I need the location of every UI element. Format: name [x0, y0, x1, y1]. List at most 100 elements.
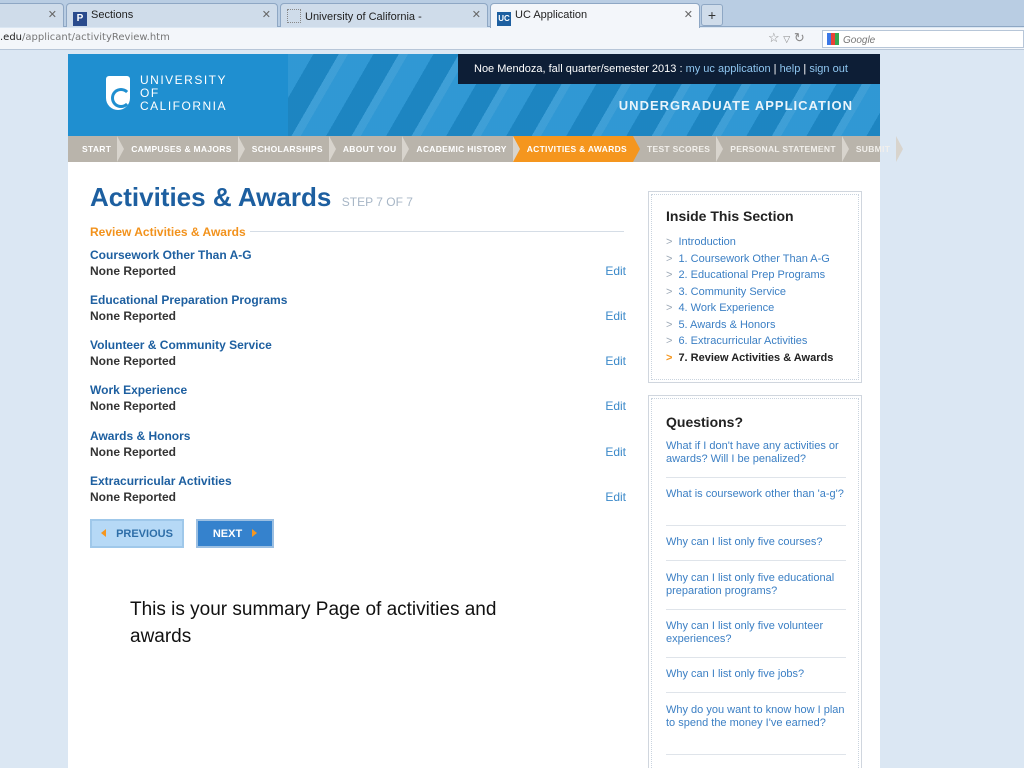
faq-link-five-volunteer[interactable]: Why can I list only five volunteer exper…: [666, 620, 846, 646]
activity-value: None Reported: [90, 354, 177, 368]
summary-annotation: This is your summary Page of activities …: [130, 599, 497, 647]
divider: [666, 754, 846, 755]
section-link-coursework[interactable]: >1. Coursework Other Than A-G: [666, 253, 833, 270]
address-bar[interactable]: .edu/applicant/activityReview.htm ☆ ▽ ↻ …: [0, 28, 1024, 50]
edit-coursework-link[interactable]: Edit: [605, 264, 626, 278]
activity-value: None Reported: [90, 264, 177, 278]
search-box[interactable]: Google: [822, 30, 1024, 48]
edit-extracurricular-link[interactable]: Edit: [605, 490, 626, 504]
page-content: UNIVERSITY OF CALIFORNIA Noe Mendoza, fa…: [68, 54, 904, 768]
divider: [666, 657, 846, 658]
step-campuses-majors[interactable]: CAMPUSES & MAJORS: [117, 136, 245, 162]
tab-title: Sections: [91, 9, 134, 21]
chevron-right-icon: >: [666, 269, 673, 281]
step-personal-statement[interactable]: PERSONAL STATEMENT: [716, 136, 849, 162]
section-link-awards-honors[interactable]: >5. Awards & Honors: [666, 319, 833, 336]
browser-tab-previous[interactable]: ✕: [0, 3, 64, 27]
close-tab-icon[interactable]: ✕: [684, 8, 693, 21]
tab-title: UC Application: [515, 9, 588, 21]
favicon-icon: UC: [497, 12, 511, 26]
reload-icon[interactable]: ↻: [794, 30, 805, 45]
dropdown-icon[interactable]: ▽: [783, 34, 790, 44]
page-title-block: Activities & Awards STEP 7 OF 7: [90, 182, 413, 213]
browser-tab-uc-application[interactable]: UC UC Application ✕: [490, 3, 700, 28]
chevron-right-icon: >: [666, 302, 673, 314]
section-link-extracurricular[interactable]: >6. Extracurricular Activities: [666, 335, 833, 352]
chevron-right-icon: >: [666, 351, 673, 364]
questions-title: Questions?: [666, 414, 744, 430]
activity-value: None Reported: [90, 490, 177, 504]
next-button[interactable]: NEXT: [196, 519, 274, 548]
my-uc-application-link[interactable]: my uc application: [686, 63, 771, 75]
step-academic-history[interactable]: ACADEMIC HISTORY: [402, 136, 520, 162]
application-title: UNDERGRADUATE APPLICATION: [618, 98, 853, 113]
previous-button[interactable]: PREVIOUS: [90, 519, 184, 548]
divider: [666, 692, 846, 693]
step-navigation: START CAMPUSES & MAJORS SCHOLARSHIPS ABO…: [68, 136, 904, 162]
faq-link-coursework[interactable]: What is coursework other than 'a-g'?: [666, 488, 846, 501]
activity-awards-honors: Awards & Honors None Reported Edit: [90, 429, 626, 465]
activity-title: Awards & Honors: [90, 429, 191, 443]
step-test-scores[interactable]: TEST SCORES: [633, 136, 724, 162]
activity-title: Work Experience: [90, 383, 188, 397]
user-bar: Noe Mendoza, fall quarter/semester 2013 …: [458, 54, 880, 84]
new-tab-button[interactable]: +: [701, 4, 723, 26]
activity-value: None Reported: [90, 309, 177, 323]
section-link-work-experience[interactable]: >4. Work Experience: [666, 302, 833, 319]
chevron-right-icon: >: [666, 318, 673, 331]
section-link-educational-prep[interactable]: >2. Educational Prep Programs: [666, 269, 833, 286]
close-tab-icon[interactable]: ✕: [48, 8, 57, 21]
browser-tab-bar: ✕ P Sections ✕ University of California -…: [0, 0, 1024, 28]
review-heading: Review Activities & Awards: [90, 225, 624, 239]
browser-tab-sections[interactable]: P Sections ✕: [66, 3, 278, 27]
faq-link-five-jobs[interactable]: Why can I list only five jobs?: [666, 668, 846, 681]
favicon-icon: [287, 9, 301, 23]
favicon-icon: P: [73, 12, 87, 26]
edit-volunteer-link[interactable]: Edit: [605, 354, 626, 368]
questions-panel: Questions? What if I don't have any acti…: [648, 395, 862, 768]
chevron-right-icon: >: [666, 285, 673, 298]
step-submit[interactable]: SUBMIT: [842, 136, 904, 162]
faq-link-spend-money[interactable]: Why do you want to know how I plan to sp…: [666, 704, 846, 730]
step-activities-awards[interactable]: ACTIVITIES & AWARDS: [512, 136, 641, 162]
activity-volunteer: Volunteer & Community Service None Repor…: [90, 338, 626, 374]
activity-work-experience: Work Experience None Reported Edit: [90, 383, 626, 419]
activity-educational-prep: Educational Preparation Programs None Re…: [90, 293, 626, 329]
edit-educational-prep-link[interactable]: Edit: [605, 309, 626, 323]
sign-out-link[interactable]: sign out: [809, 63, 848, 75]
edit-work-experience-link[interactable]: Edit: [605, 399, 626, 413]
section-link-review-current: >7. Review Activities & Awards: [666, 351, 834, 364]
page-title: Activities & Awards: [90, 182, 332, 212]
step-about-you[interactable]: ABOUT YOU: [329, 136, 409, 162]
faq-link-five-courses[interactable]: Why can I list only five courses?: [666, 536, 846, 549]
step-scholarships[interactable]: SCHOLARSHIPS: [238, 136, 337, 162]
site-banner: UNIVERSITY OF CALIFORNIA Noe Mendoza, fa…: [68, 54, 880, 136]
activity-value: None Reported: [90, 445, 177, 459]
divider: [666, 525, 846, 526]
browser-tab-university[interactable]: University of California - ✕: [280, 3, 488, 27]
faq-link-five-programs[interactable]: Why can I list only five educational pre…: [666, 572, 846, 598]
activity-title: Educational Preparation Programs: [90, 293, 288, 307]
edit-awards-honors-link[interactable]: Edit: [605, 445, 626, 459]
user-info: Noe Mendoza, fall quarter/semester 2013 …: [474, 63, 683, 75]
step-indicator: STEP 7 OF 7: [341, 195, 413, 209]
bookmark-star-icon[interactable]: ☆: [768, 30, 780, 45]
arrow-right-icon: [252, 529, 258, 537]
close-tab-icon[interactable]: ✕: [472, 8, 481, 21]
section-link-introduction[interactable]: > Introduction: [666, 236, 833, 253]
divider: [666, 560, 846, 561]
activity-coursework: Coursework Other Than A-G None Reported …: [90, 248, 626, 284]
uc-seal-icon: [106, 76, 131, 110]
help-link[interactable]: help: [780, 63, 801, 75]
faq-link-no-activities[interactable]: What if I don't have any activities or a…: [666, 440, 846, 466]
section-link-community-service[interactable]: >3. Community Service: [666, 286, 833, 303]
inside-section-panel: Inside This Section > Introduction >1. Co…: [648, 191, 862, 383]
step-start[interactable]: START: [68, 136, 125, 162]
chevron-right-icon: >: [666, 252, 673, 265]
divider: [666, 609, 846, 610]
activity-title: Coursework Other Than A-G: [90, 248, 252, 262]
url-text[interactable]: .edu/applicant/activityReview.htm: [0, 32, 170, 43]
divider: [666, 477, 846, 478]
close-tab-icon[interactable]: ✕: [262, 8, 271, 21]
activity-extracurricular: Extracurricular Activities None Reported…: [90, 474, 626, 510]
